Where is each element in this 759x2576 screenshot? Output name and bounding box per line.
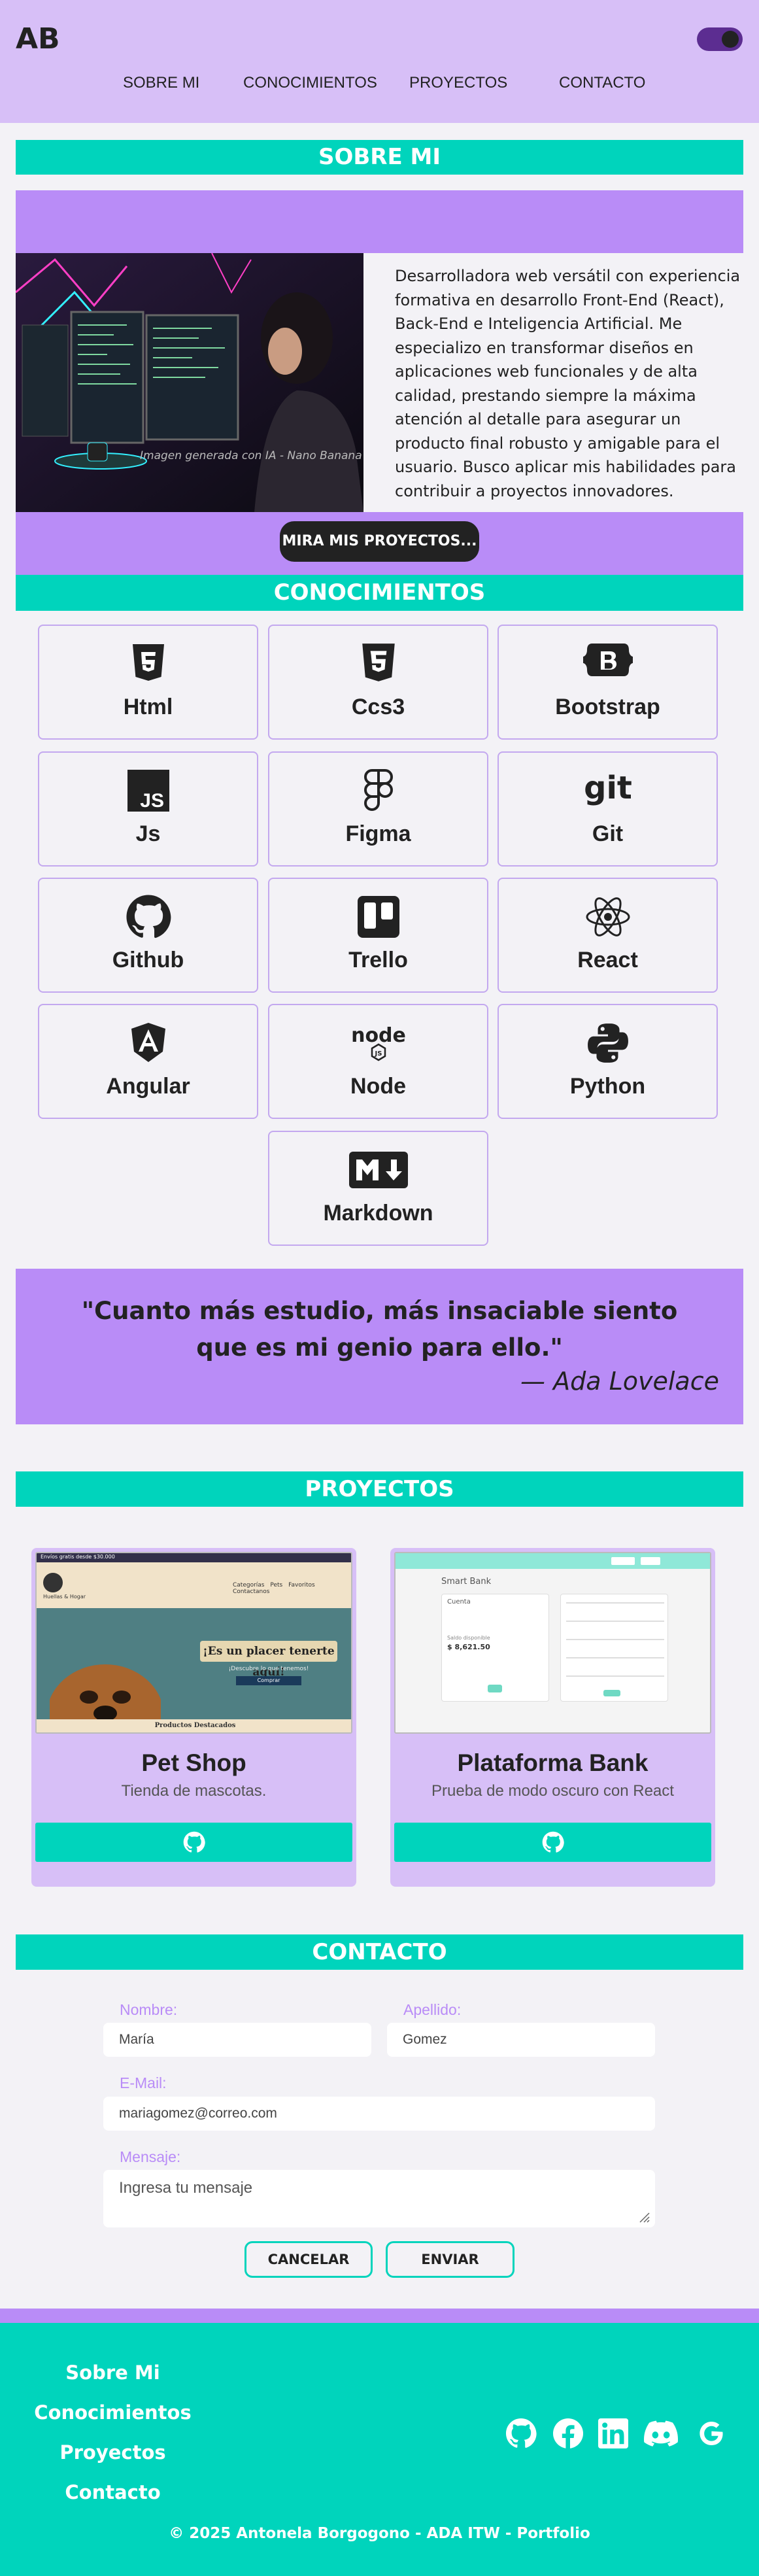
- about-image: Imagen generada con IA - Nano Banana: [16, 253, 363, 512]
- google-icon[interactable]: [694, 2416, 728, 2450]
- image-caption: Imagen generada con IA - Nano Banana: [140, 449, 362, 462]
- send-button[interactable]: ENVIAR: [386, 2241, 514, 2278]
- markdown-icon: [269, 1148, 487, 1192]
- svg-text:JS: JS: [374, 1050, 382, 1057]
- section-title-contacto: CONTACTO: [16, 1934, 743, 1970]
- github-icon: [39, 895, 257, 939]
- quote-author: — Ada Lovelace: [520, 1367, 719, 1396]
- skill-card-trello: Trello: [268, 878, 488, 993]
- footer-link-proyectos[interactable]: Proyectos: [0, 2441, 226, 2464]
- skill-label: Angular: [106, 1074, 190, 1099]
- apellido-field[interactable]: Gomez: [387, 2023, 655, 2057]
- project-description: Tienda de mascotas.: [121, 1782, 267, 1800]
- javascript-icon: JS: [39, 768, 257, 813]
- react-icon: [499, 895, 717, 939]
- footer-link-sobre-mi[interactable]: Sobre Mi: [0, 2361, 226, 2384]
- skill-card-github: Github: [38, 878, 258, 993]
- github-icon: [183, 1831, 205, 1853]
- github-icon[interactable]: [504, 2416, 538, 2450]
- skill-card-js: JS Js: [38, 751, 258, 867]
- project-screenshot-petshop: Envíos gratis desde $30.000 Huellas & Ho…: [35, 1552, 352, 1734]
- skill-card-html: Html: [38, 625, 258, 740]
- section-title-sobre-mi: SOBRE MI: [16, 140, 743, 175]
- logo[interactable]: AB: [16, 22, 60, 56]
- skill-label: Html: [123, 695, 173, 719]
- project-screenshot-bank: Smart Bank Cuenta Saldo disponible $ 8,6…: [394, 1552, 711, 1734]
- nav-contacto[interactable]: CONTACTO: [559, 74, 645, 92]
- skill-label: Trello: [348, 948, 408, 972]
- project-card-petshop[interactable]: Envíos gratis desde $30.000 Huellas & Ho…: [31, 1548, 356, 1887]
- petshop-menu: Categorías Pets Favoritos Contactanos: [233, 1582, 315, 1595]
- svg-text:git: git: [584, 770, 632, 806]
- project-title: Plataforma Bank: [457, 1749, 649, 1776]
- email-label: E-Mail:: [120, 2074, 167, 2091]
- about-text: Desarrolladora web versátil con experien…: [395, 267, 741, 500]
- project-title: Pet Shop: [141, 1749, 246, 1776]
- nombre-label: Nombre:: [120, 2001, 178, 2018]
- skill-label: Python: [569, 1074, 646, 1099]
- projects-cta-button[interactable]: MIRA MIS PROYECTOS...: [280, 521, 479, 562]
- cancel-button[interactable]: CANCELAR: [245, 2241, 373, 2278]
- github-icon: [542, 1831, 564, 1853]
- skill-label: Figma: [345, 821, 411, 846]
- footer-link-contacto[interactable]: Contacto: [0, 2481, 226, 2503]
- theme-toggle[interactable]: [697, 27, 743, 51]
- linkedin-icon[interactable]: [596, 2416, 630, 2450]
- css3-icon: [269, 642, 487, 686]
- skill-label: Git: [592, 821, 624, 846]
- skill-card-bootstrap: Bootstrap: [498, 625, 718, 740]
- skill-card-ccs3: Ccs3: [268, 625, 488, 740]
- skill-card-angular: Angular: [38, 1004, 258, 1119]
- svg-text:JS: JS: [140, 790, 164, 812]
- project-description: Prueba de modo oscuro con React: [431, 1782, 674, 1800]
- skill-label: Node: [350, 1074, 406, 1099]
- section-title-proyectos: PROYECTOS: [16, 1471, 743, 1507]
- project-card-bank[interactable]: Smart Bank Cuenta Saldo disponible $ 8,6…: [390, 1548, 715, 1887]
- site-header: [0, 0, 759, 123]
- resize-handle-icon[interactable]: [637, 2210, 650, 2224]
- trello-icon: [269, 895, 487, 939]
- discord-icon[interactable]: [644, 2416, 678, 2450]
- skill-label: Js: [135, 821, 161, 846]
- nombre-field[interactable]: María: [103, 2023, 371, 2057]
- footer-band: [0, 2309, 759, 2323]
- facebook-icon[interactable]: [551, 2416, 585, 2450]
- skill-card-react: React: [498, 878, 718, 993]
- project-github-button[interactable]: [394, 1823, 711, 1862]
- copyright: © 2025 Antonela Borgogono - ADA ITW - Po…: [169, 2525, 590, 2542]
- section-title-conocimientos: CONOCIMIENTOS: [16, 575, 743, 611]
- footer-link-conocimientos[interactable]: Conocimientos: [0, 2401, 226, 2424]
- skill-label: React: [577, 948, 638, 972]
- skill-card-git: git Git: [498, 751, 718, 867]
- apellido-label: Apellido:: [403, 2001, 462, 2018]
- figma-icon: [269, 768, 487, 813]
- skill-card-python: Python: [498, 1004, 718, 1119]
- quote-text: "Cuanto más estudio, más insaciable sien…: [81, 1297, 678, 1362]
- email-field[interactable]: mariagomez@correo.com: [103, 2097, 655, 2131]
- skill-label: Bootstrap: [555, 695, 660, 719]
- skill-label: Github: [112, 948, 184, 972]
- nav-proyectos[interactable]: PROYECTOS: [409, 74, 507, 92]
- about-band-top: [16, 190, 743, 253]
- node-icon: node JS: [269, 1021, 487, 1065]
- bootstrap-icon: [499, 642, 717, 686]
- angular-icon: [39, 1021, 257, 1065]
- nav-sobre-mi[interactable]: SOBRE MI: [123, 74, 199, 92]
- html5-icon: [39, 642, 257, 686]
- project-github-button[interactable]: [35, 1823, 352, 1862]
- git-icon: git: [499, 768, 717, 813]
- skill-label: Ccs3: [351, 695, 405, 719]
- mensaje-textarea[interactable]: Ingresa tu mensaje: [103, 2170, 655, 2227]
- python-icon: [499, 1021, 717, 1065]
- skill-card-markdown: Markdown: [268, 1131, 488, 1246]
- skill-label: Markdown: [323, 1201, 433, 1226]
- nav-conocimientos[interactable]: CONOCIMIENTOS: [243, 74, 377, 92]
- toggle-knob: [722, 31, 739, 48]
- mensaje-label: Mensaje:: [120, 2148, 181, 2165]
- skill-card-figma: Figma: [268, 751, 488, 867]
- skill-card-node: node JS Node: [268, 1004, 488, 1119]
